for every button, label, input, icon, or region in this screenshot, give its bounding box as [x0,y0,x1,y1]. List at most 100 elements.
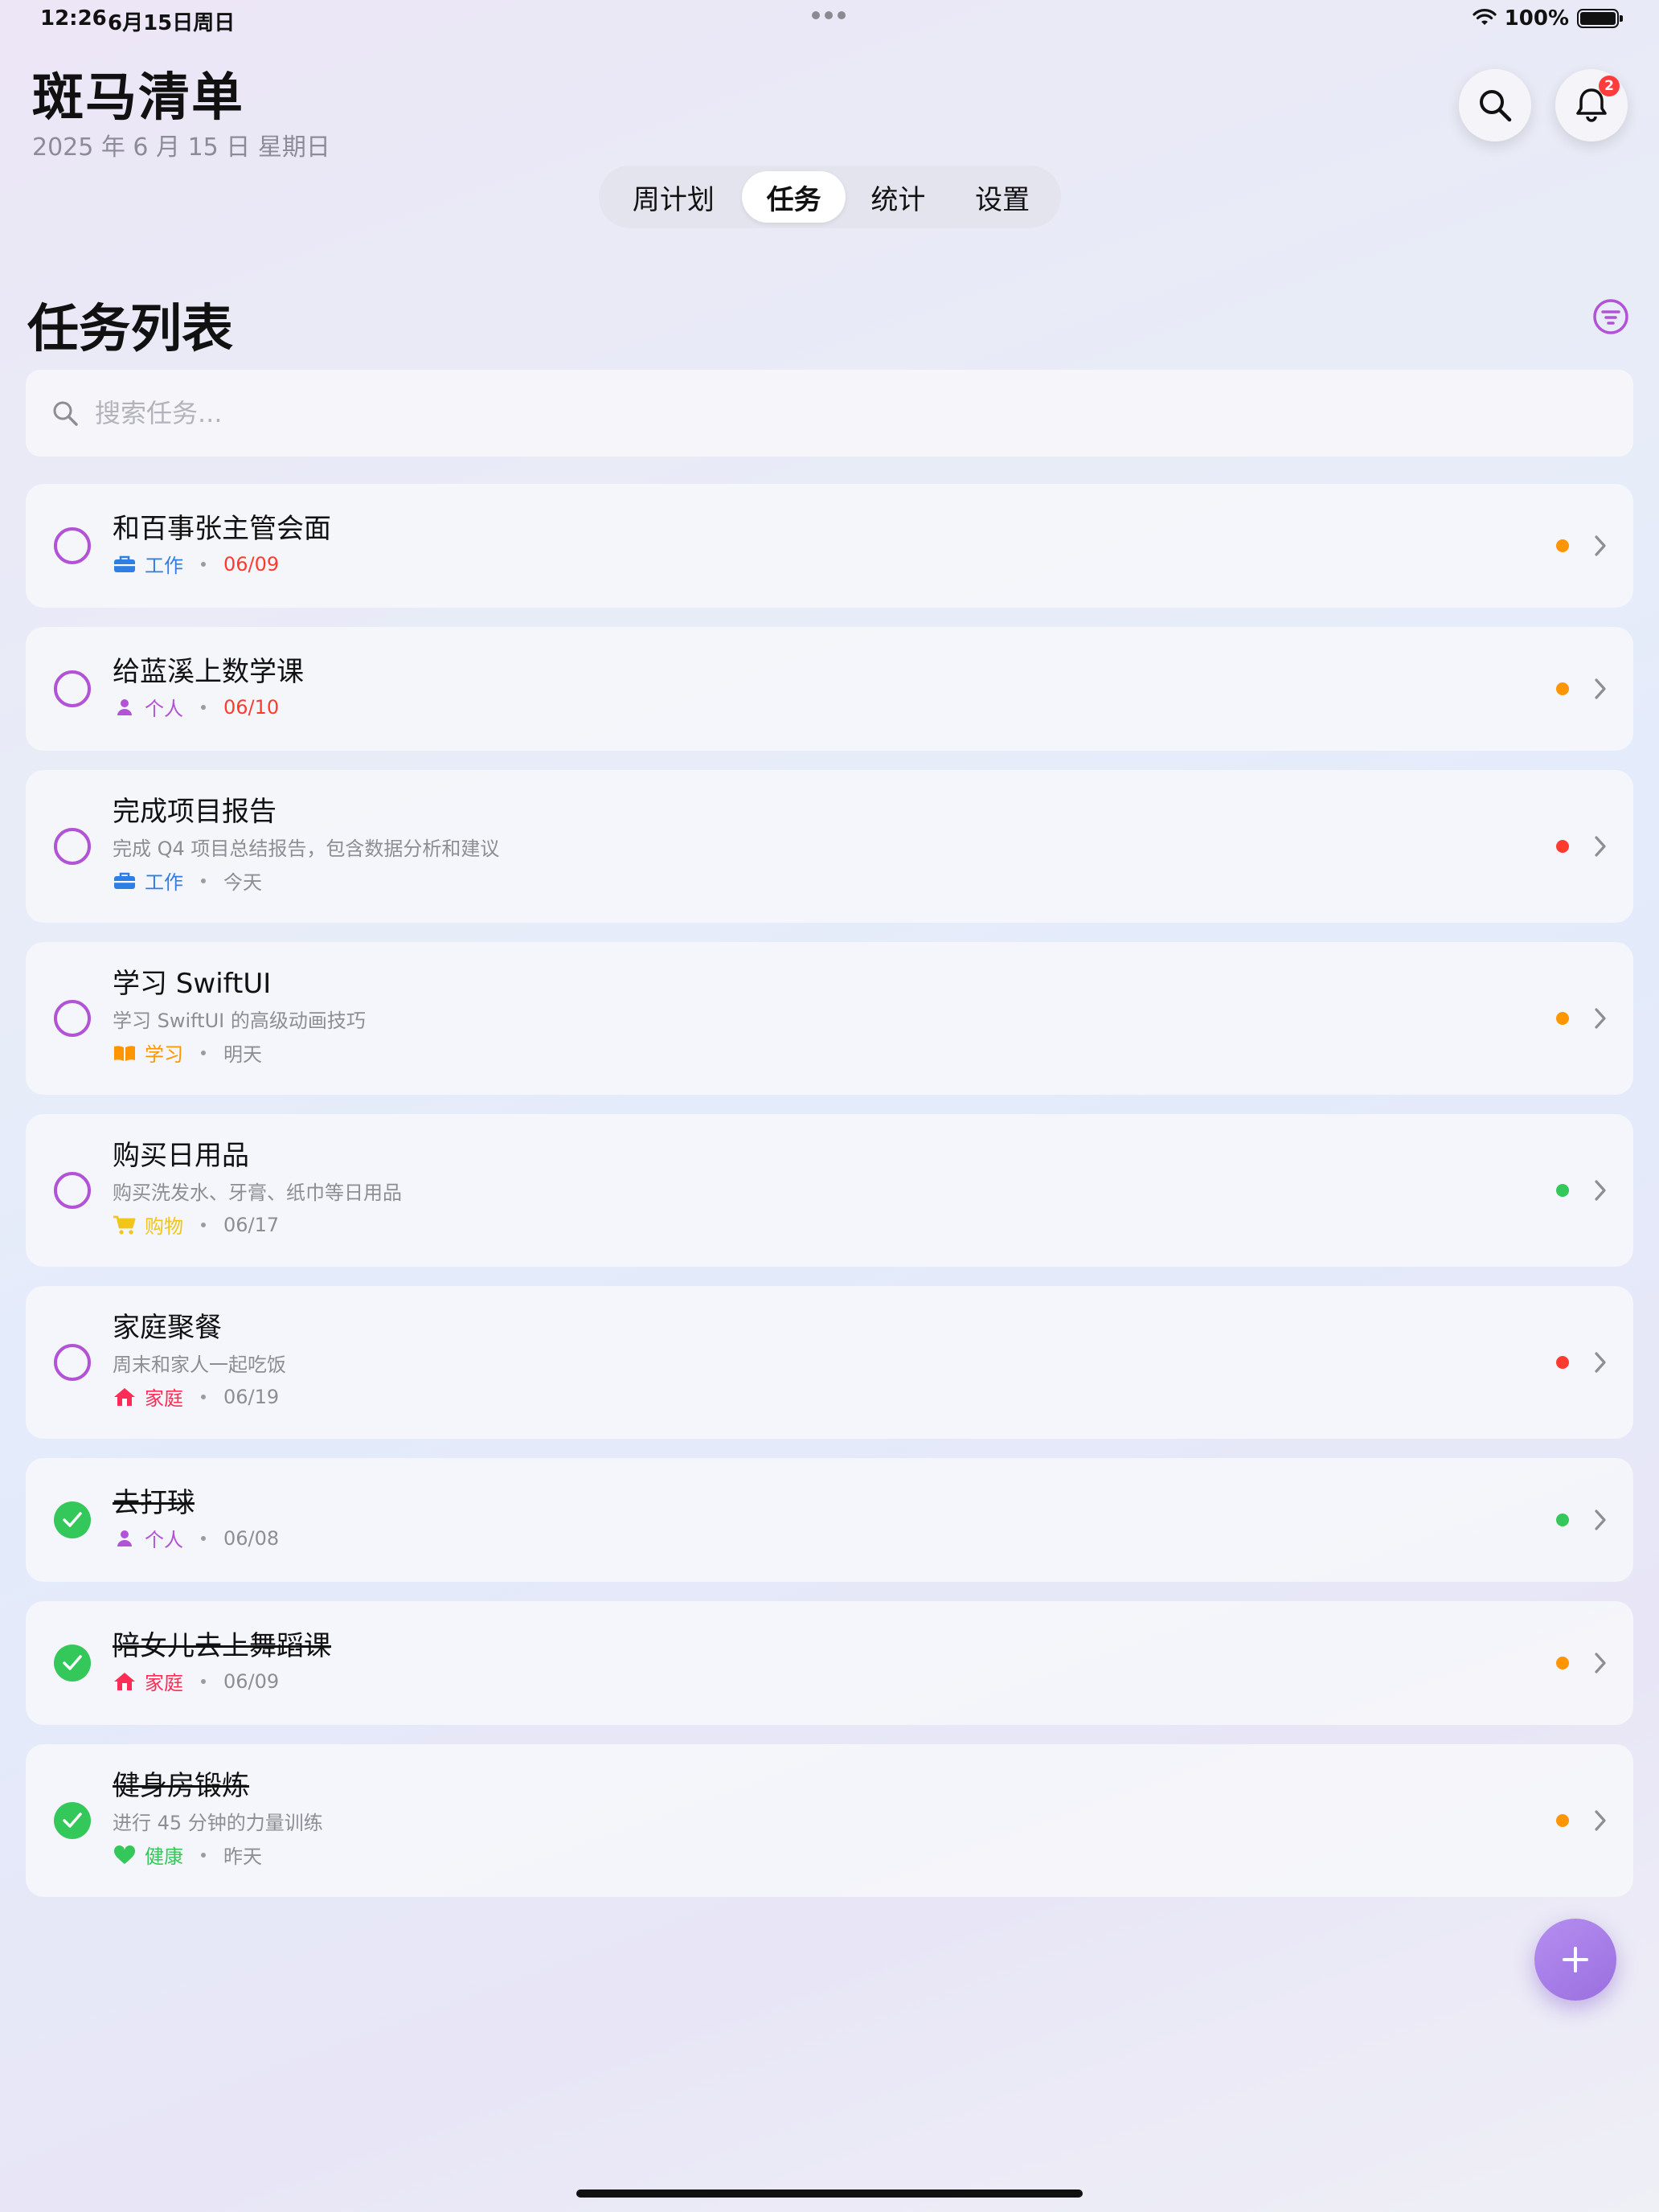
task-title: 和百事张主管会面 [113,513,331,545]
task-checkbox[interactable] [54,828,91,865]
task-description: 周末和家人一起吃饭 [113,1354,286,1376]
chevron-right-icon [1595,1509,1606,1530]
notifications-button[interactable]: 2 [1555,69,1628,141]
filter-icon[interactable] [1591,297,1630,336]
tab-settings[interactable]: 设置 [950,171,1055,223]
briefcase-icon [113,554,137,575]
task-card[interactable]: 家庭聚餐 周末和家人一起吃饭 家庭 06/19 [26,1286,1633,1439]
task-checkbox[interactable] [54,1501,91,1538]
task-checkbox[interactable] [54,1000,91,1037]
task-card[interactable]: 健身房锻炼 进行 45 分钟的力量训练 健康 昨天 [26,1744,1633,1897]
chevron-right-icon [1595,678,1606,699]
status-date: 6月15日周日 [108,11,236,35]
task-title: 完成项目报告 [113,796,276,828]
task-description: 完成 Q4 项目总结报告，包含数据分析和建议 [113,838,500,860]
task-category: 个人 [145,698,183,720]
task-card[interactable]: 给蓝溪上数学课 个人 06/10 [26,627,1633,751]
task-category: 个人 [145,1529,183,1551]
search-bar[interactable] [26,370,1633,457]
task-meta: 家庭 06/19 [113,1382,279,1411]
battery-icon [1577,9,1623,28]
task-checkbox[interactable] [54,527,91,564]
task-card[interactable]: 陪女儿去上舞蹈课 家庭 06/09 [26,1601,1633,1725]
task-due-date: 今天 [223,871,262,894]
app-title: 斑马清单 [32,68,244,128]
task-description: 进行 45 分钟的力量训练 [113,1812,323,1834]
task-title: 学习 SwiftUI [113,968,272,1000]
home-indicator[interactable] [576,2189,1083,2198]
priority-dot [1556,840,1569,853]
task-checkbox[interactable] [54,1172,91,1209]
chevron-right-icon [1595,1653,1606,1673]
status-bar: 12:26 6月15日周日 100% [0,0,1659,39]
tab-weekly-plan[interactable]: 周计划 [605,171,742,223]
task-due-date: 明天 [223,1043,262,1066]
task-card[interactable]: 和百事张主管会面 工作 06/09 [26,484,1633,608]
separator-dot [201,1050,206,1055]
priority-dot [1556,682,1569,695]
task-meta: 个人 06/08 [113,1524,279,1552]
chevron-right-icon [1595,1810,1606,1831]
priority-dot [1556,1657,1569,1669]
task-due-date: 06/09 [223,552,280,576]
task-title: 购买日用品 [113,1140,249,1172]
task-checkbox[interactable] [54,1645,91,1682]
tab-tasks[interactable]: 任务 [741,171,846,223]
separator-dot [201,1852,206,1858]
notification-badge: 2 [1599,76,1620,96]
task-category: 学习 [145,1043,183,1066]
task-title: 给蓝溪上数学课 [113,656,304,688]
task-category: 工作 [145,555,183,577]
priority-dot [1556,1514,1569,1526]
priority-dot [1556,1012,1569,1025]
search-icon [53,401,78,426]
task-category: 家庭 [145,1387,183,1410]
task-due-date: 昨天 [223,1845,262,1868]
wifi-icon [1473,9,1497,25]
separator-dot [201,704,206,710]
separator-dot [201,1394,206,1399]
task-card[interactable]: 去打球 个人 06/08 [26,1458,1633,1582]
checkmark-icon [63,1813,82,1828]
task-checkbox[interactable] [54,670,91,707]
book-icon [113,1043,137,1063]
task-meta: 健康 昨天 [113,1841,262,1869]
task-meta: 个人 06/10 [113,693,279,721]
plus-icon [1563,1947,1588,1972]
search-input[interactable] [95,398,1542,428]
tab-stats[interactable]: 统计 [846,171,950,223]
checkmark-icon [63,1512,82,1527]
task-checkbox[interactable] [54,1344,91,1381]
task-due-date: 06/17 [223,1213,280,1236]
briefcase-icon [113,870,137,891]
person-icon [113,697,137,718]
task-description: 学习 SwiftUI 的高级动画技巧 [113,1010,366,1032]
task-meta: 工作 06/09 [113,550,279,578]
priority-dot [1556,1356,1569,1369]
task-card[interactable]: 购买日用品 购买洗发水、牙膏、纸巾等日用品 购物 06/17 [26,1114,1633,1267]
separator-dot [201,878,206,883]
task-meta: 家庭 06/09 [113,1667,279,1695]
search-button[interactable] [1459,69,1531,141]
chevron-right-icon [1595,836,1606,857]
add-task-button[interactable] [1534,1919,1616,2001]
task-title: 陪女儿去上舞蹈课 [113,1630,331,1662]
task-category: 家庭 [145,1672,183,1694]
heart-icon [113,1845,137,1866]
task-due-date: 06/09 [223,1669,280,1693]
status-time: 12:26 [40,6,107,31]
task-category: 购物 [145,1215,183,1238]
person-icon [113,1528,137,1549]
separator-dot [201,1535,206,1541]
chevron-right-icon [1595,1352,1606,1373]
multitasking-dots-icon[interactable] [812,11,846,19]
task-card[interactable]: 完成项目报告 完成 Q4 项目总结报告，包含数据分析和建议 工作 今天 [26,770,1633,923]
task-card[interactable]: 学习 SwiftUI 学习 SwiftUI 的高级动画技巧 学习 明天 [26,942,1633,1095]
task-checkbox[interactable] [54,1802,91,1839]
cart-icon [113,1215,137,1235]
task-meta: 购物 06/17 [113,1210,279,1239]
house-icon [113,1387,137,1407]
priority-dot [1556,539,1569,552]
task-meta: 工作 今天 [113,866,262,895]
segmented-tabs: 周计划 任务 统计 设置 [599,166,1061,228]
